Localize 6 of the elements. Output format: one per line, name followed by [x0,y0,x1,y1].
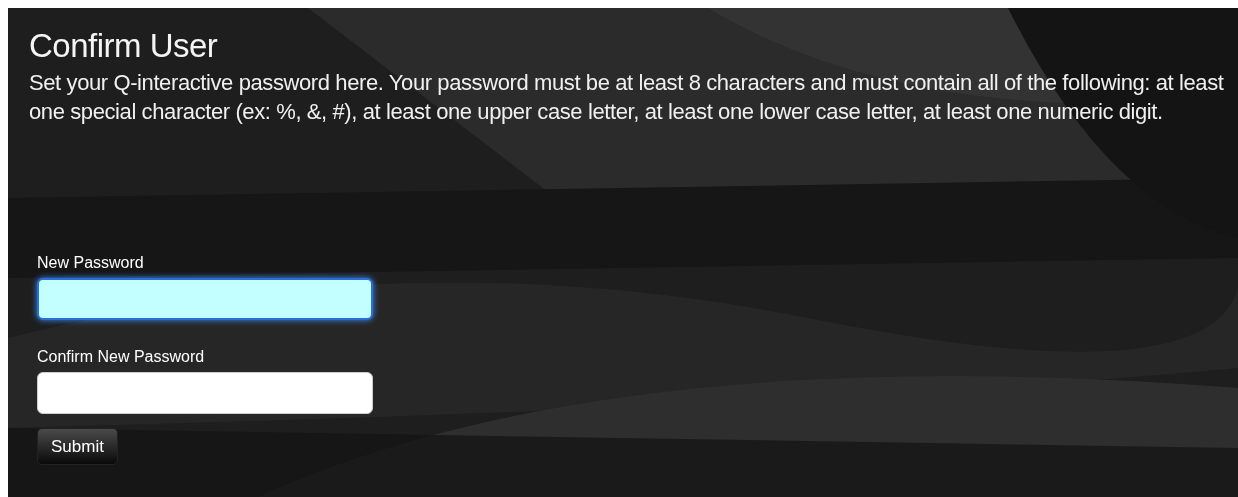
field-label: New Password [37,254,145,272]
submit-button[interactable]: Submit [37,428,118,465]
password-field[interactable] [37,278,373,320]
page-title: Confirm User [29,28,219,64]
description: Set your Q-interactive password here. Your password must be at least 8 characters and must contain all of the following: at least one special character (ex: %, &, #), at least one upper case letter, at least one lower case letter, at least one numeric digit. [29,69,1225,126]
field-label: Confirm New Password [37,348,206,366]
